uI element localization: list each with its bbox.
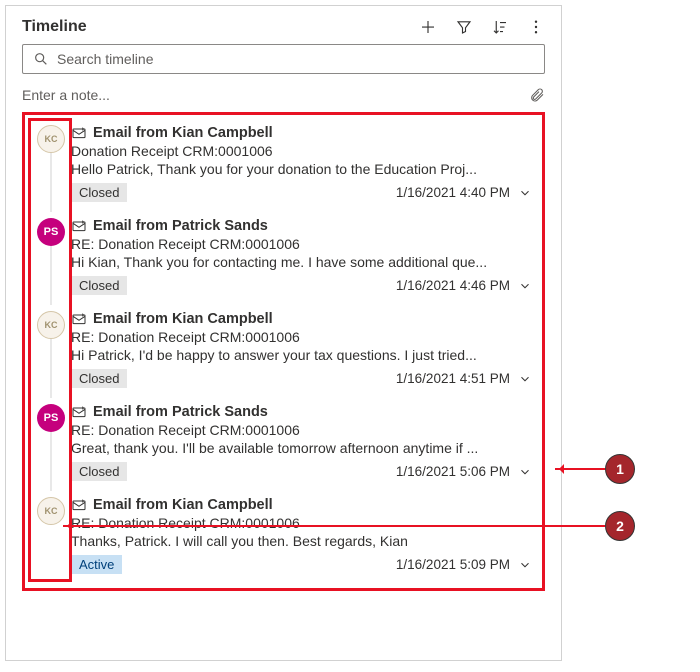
item-title: Email from Kian Campbell [93,125,273,141]
item-preview: Hi Patrick, I'd be happy to answer your … [71,347,511,363]
item-title-row: Email from Kian Campbell [71,125,532,141]
status-badge: Closed [71,183,127,202]
sort-icon[interactable] [491,18,509,36]
avatar: KC [37,125,65,153]
add-icon[interactable] [419,18,437,36]
callout-arrow-1 [555,468,605,470]
avatar: KC [37,497,65,525]
timestamp-wrap: 1/16/2021 4:46 PM [396,278,532,293]
timeline-connector [51,432,52,491]
avatar: PS [37,218,65,246]
avatar-column: PS [31,218,71,295]
item-title-row: Email from Patrick Sands [71,218,532,234]
item-title-row: Email from Kian Campbell [71,497,532,513]
item-preview: Hi Kian, Thank you for contacting me. I … [71,254,511,270]
item-subject: RE: Donation Receipt CRM:0001006 [71,329,532,345]
timestamp-wrap: 1/16/2021 4:40 PM [396,185,532,200]
item-title: Email from Patrick Sands [93,404,268,420]
attachment-icon[interactable] [529,86,545,104]
item-subject: RE: Donation Receipt CRM:0001006 [71,515,532,531]
callout-arrow-2 [63,525,605,527]
chevron-down-icon[interactable] [518,279,532,293]
item-title: Email from Kian Campbell [93,311,273,327]
item-content: Email from Patrick Sands RE: Donation Re… [71,404,532,481]
item-preview: Thanks, Patrick. I will call you then. B… [71,533,511,549]
avatar: PS [37,404,65,432]
item-subject: RE: Donation Receipt CRM:0001006 [71,422,532,438]
item-subject: Donation Receipt CRM:0001006 [71,143,532,159]
item-title-row: Email from Kian Campbell [71,311,532,327]
status-badge: Closed [71,369,127,388]
item-content: Email from Kian Campbell RE: Donation Re… [71,497,532,574]
timeline-item[interactable]: PS Email from Patrick Sands RE: Donation… [29,398,538,491]
item-preview: Hello Patrick, Thank you for your donati… [71,161,511,177]
item-footer: Closed 1/16/2021 4:40 PM [71,183,532,202]
search-box[interactable] [22,44,545,74]
chevron-down-icon[interactable] [518,372,532,386]
timeline-header: Timeline [22,18,545,36]
timeline-item[interactable]: PS Email from Patrick Sands RE: Donation… [29,212,538,305]
filter-icon[interactable] [455,18,473,36]
status-badge: Active [71,555,122,574]
timestamp: 1/16/2021 5:09 PM [396,557,510,572]
timeline-item[interactable]: KC Email from Kian Campbell Donation Rec… [29,119,538,212]
mail-icon [71,497,87,513]
item-title-row: Email from Patrick Sands [71,404,532,420]
timeline-panel: Timeline Enter a note... KC Email from K… [5,5,562,661]
timestamp: 1/16/2021 4:40 PM [396,185,510,200]
callout-badge-2: 2 [605,511,635,541]
avatar: KC [37,311,65,339]
timestamp-wrap: 1/16/2021 4:51 PM [396,371,532,386]
mail-icon [71,218,87,234]
annotation-highlight-main: KC Email from Kian Campbell Donation Rec… [22,112,545,591]
timestamp: 1/16/2021 4:51 PM [396,371,510,386]
avatar-column: KC [31,311,71,388]
item-footer: Closed 1/16/2021 5:06 PM [71,462,532,481]
avatar-column: PS [31,404,71,481]
item-content: Email from Patrick Sands RE: Donation Re… [71,218,532,295]
callout-badge-1: 1 [605,454,635,484]
item-title: Email from Patrick Sands [93,218,268,234]
item-footer: Active 1/16/2021 5:09 PM [71,555,532,574]
chevron-down-icon[interactable] [518,186,532,200]
mail-icon [71,125,87,141]
item-content: Email from Kian Campbell RE: Donation Re… [71,311,532,388]
status-badge: Closed [71,462,127,481]
timeline-connector [51,339,52,398]
timestamp: 1/16/2021 4:46 PM [396,278,510,293]
more-icon[interactable] [527,18,545,36]
item-subject: RE: Donation Receipt CRM:0001006 [71,236,532,252]
timeline-item[interactable]: KC Email from Kian Campbell RE: Donation… [29,491,538,584]
timeline-item[interactable]: KC Email from Kian Campbell RE: Donation… [29,305,538,398]
item-footer: Closed 1/16/2021 4:51 PM [71,369,532,388]
timeline-connector [51,246,52,305]
note-placeholder: Enter a note... [22,87,110,103]
item-footer: Closed 1/16/2021 4:46 PM [71,276,532,295]
timeline-connector [51,153,52,212]
item-preview: Great, thank you. I'll be available tomo… [71,440,511,456]
avatar-column: KC [31,125,71,202]
avatar-column: KC [31,497,71,574]
item-content: Email from Kian Campbell Donation Receip… [71,125,532,202]
timeline-title: Timeline [22,18,87,36]
mail-icon [71,404,87,420]
search-input[interactable] [57,51,534,67]
chevron-down-icon[interactable] [518,465,532,479]
note-row[interactable]: Enter a note... [22,84,545,110]
chevron-down-icon[interactable] [518,558,532,572]
item-title: Email from Kian Campbell [93,497,273,513]
timeline-toolbar [419,18,545,36]
search-icon [33,51,49,67]
timestamp-wrap: 1/16/2021 5:06 PM [396,464,532,479]
mail-icon [71,311,87,327]
timestamp-wrap: 1/16/2021 5:09 PM [396,557,532,572]
timestamp: 1/16/2021 5:06 PM [396,464,510,479]
status-badge: Closed [71,276,127,295]
